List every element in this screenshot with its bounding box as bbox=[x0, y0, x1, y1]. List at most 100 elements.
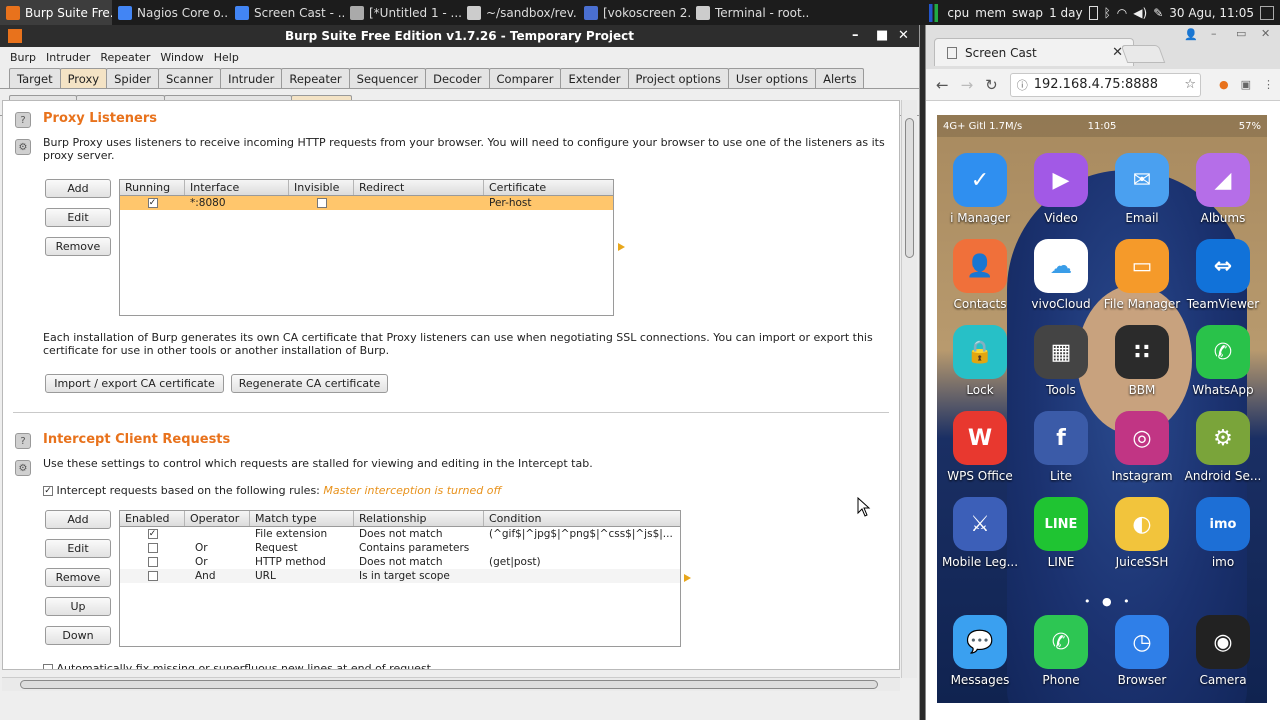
minimize-icon[interactable]: – bbox=[852, 28, 859, 43]
app-lock[interactable]: 🔒 Lock bbox=[940, 325, 1020, 397]
table-row[interactable]: Or Request Contains parameters bbox=[120, 541, 680, 555]
rule-remove-button[interactable]: Remove bbox=[45, 568, 111, 587]
autofix-checkbox[interactable] bbox=[43, 664, 53, 669]
col-redirect[interactable]: Redirect bbox=[354, 180, 484, 195]
clock[interactable]: 30 Agu, 11:05 bbox=[1169, 6, 1254, 20]
app-teamviewer[interactable]: ⇔ TeamViewer bbox=[1183, 239, 1263, 311]
col-certificate[interactable]: Certificate bbox=[484, 180, 613, 195]
tab-repeater[interactable]: Repeater bbox=[281, 68, 350, 88]
taskbar-task[interactable]: Burp Suite Fre... bbox=[0, 0, 112, 25]
col-interface[interactable]: Interface bbox=[185, 180, 289, 195]
menu-window[interactable]: Window bbox=[160, 51, 203, 64]
settings-gear-icon[interactable]: ⚙ bbox=[15, 139, 31, 155]
tab-intruder[interactable]: Intruder bbox=[220, 68, 283, 88]
app-wps-office[interactable]: W WPS Office bbox=[940, 411, 1020, 483]
col-enabled[interactable]: Enabled bbox=[120, 511, 185, 526]
help-icon[interactable]: ? bbox=[15, 112, 31, 128]
import-export-ca-button[interactable]: Import / export CA certificate bbox=[45, 374, 224, 393]
invisible-cell[interactable] bbox=[289, 196, 354, 210]
app-albums[interactable]: ◢ Albums bbox=[1183, 153, 1263, 225]
tab-project-options[interactable]: Project options bbox=[627, 68, 729, 88]
settings-gear-icon[interactable]: ⚙ bbox=[15, 460, 31, 476]
tab-target[interactable]: Target bbox=[9, 68, 61, 88]
tab-proxy[interactable]: Proxy bbox=[59, 68, 108, 88]
bookmark-star-icon[interactable]: ☆ bbox=[1184, 77, 1196, 92]
rule-down-button[interactable]: Down bbox=[45, 626, 111, 645]
tab-sequencer[interactable]: Sequencer bbox=[348, 68, 427, 88]
extension-icon[interactable]: ● bbox=[1219, 78, 1229, 91]
rule-enabled-checkbox[interactable] bbox=[147, 571, 158, 581]
app-camera[interactable]: ◉ Camera bbox=[1183, 615, 1263, 687]
taskbar-task[interactable]: [*Untitled 1 - ... bbox=[344, 0, 461, 25]
expand-arrow-icon[interactable] bbox=[684, 574, 691, 582]
taskbar-task[interactable]: Terminal - root... bbox=[690, 0, 810, 25]
taskbar-task[interactable]: [vokoscreen 2... bbox=[578, 0, 690, 25]
wifi-icon[interactable]: ◠ bbox=[1117, 6, 1127, 20]
minimize-icon[interactable]: – bbox=[1211, 27, 1217, 40]
horizontal-scrollbar[interactable] bbox=[2, 677, 900, 691]
menu-icon[interactable]: ⋮ bbox=[1263, 78, 1274, 91]
app-i-manager[interactable]: ✓ i Manager bbox=[940, 153, 1020, 225]
address-bar[interactable]: ⓘ 192.168.4.75:8888 ☆ bbox=[1009, 72, 1201, 97]
app-phone[interactable]: ✆ Phone bbox=[1021, 615, 1101, 687]
app-juicessh[interactable]: ◐ JuiceSSH bbox=[1102, 497, 1182, 569]
notes-icon[interactable]: ✎ bbox=[1153, 6, 1163, 20]
app-android-se[interactable]: ⚙ Android Se... bbox=[1183, 411, 1263, 483]
bluetooth-icon[interactable]: ᛒ bbox=[1104, 6, 1111, 20]
running-cell[interactable]: ✓ bbox=[120, 196, 185, 210]
tab-comparer[interactable]: Comparer bbox=[488, 68, 562, 88]
help-icon[interactable]: ? bbox=[15, 433, 31, 449]
expand-arrow-icon[interactable] bbox=[618, 243, 625, 251]
phone-screencast[interactable]: 4G+ Gitl 1.7M/s 11:05 57% ✓ i Manager ▶ Vid… bbox=[937, 115, 1267, 703]
regenerate-ca-button[interactable]: Regenerate CA certificate bbox=[231, 374, 388, 393]
table-row[interactable]: And URL Is in target scope bbox=[120, 569, 680, 583]
listener-edit-button[interactable]: Edit bbox=[45, 208, 111, 227]
app-bbm[interactable]: ∷ BBM bbox=[1102, 325, 1182, 397]
tab-decoder[interactable]: Decoder bbox=[425, 68, 490, 88]
close-icon[interactable]: ✕ bbox=[1261, 27, 1270, 40]
menu-intruder[interactable]: Intruder bbox=[46, 51, 90, 64]
app-video[interactable]: ▶ Video bbox=[1021, 153, 1101, 225]
profile-icon[interactable]: 👤 bbox=[1184, 28, 1198, 41]
app-contacts[interactable]: 👤 Contacts bbox=[940, 239, 1020, 311]
app-email[interactable]: ✉ Email bbox=[1102, 153, 1182, 225]
battery-icon[interactable] bbox=[1088, 5, 1098, 20]
close-icon[interactable]: ✕ bbox=[898, 28, 909, 43]
rule-enabled-checkbox[interactable]: ✓ bbox=[147, 529, 158, 539]
col-match-type[interactable]: Match type bbox=[250, 511, 354, 526]
running-checkbox[interactable]: ✓ bbox=[147, 198, 158, 208]
menu-help[interactable]: Help bbox=[214, 51, 239, 64]
cast-icon[interactable]: ▣ bbox=[1241, 78, 1251, 91]
app-whatsapp[interactable]: ✆ WhatsApp bbox=[1183, 325, 1263, 397]
app-line[interactable]: LINE LINE bbox=[1021, 497, 1101, 569]
tab-scanner[interactable]: Scanner bbox=[158, 68, 222, 88]
app-file-manager[interactable]: ▭ File Manager bbox=[1102, 239, 1182, 311]
col-condition[interactable]: Condition bbox=[484, 511, 680, 526]
back-icon[interactable]: ← bbox=[936, 76, 949, 94]
rule-enabled-checkbox[interactable] bbox=[147, 543, 158, 553]
col-relationship[interactable]: Relationship bbox=[354, 511, 484, 526]
app-tools[interactable]: ▦ Tools bbox=[1021, 325, 1101, 397]
intercept-rules-label[interactable]: Intercept requests based on the followin… bbox=[57, 484, 320, 497]
app-lite[interactable]: f Lite bbox=[1021, 411, 1101, 483]
new-tab-button[interactable] bbox=[1120, 45, 1166, 63]
burp-titlebar[interactable]: Burp Suite Free Edition v1.7.26 - Tempor… bbox=[0, 25, 919, 47]
app-instagram[interactable]: ◎ Instagram bbox=[1102, 411, 1182, 483]
table-row[interactable]: ✓ File extension Does not match (^gif$|^jpg… bbox=[120, 527, 680, 541]
chrome-tab-screencast[interactable]: Screen Cast ✕ bbox=[934, 38, 1134, 66]
maximize-icon[interactable]: ▭ bbox=[1236, 27, 1246, 40]
info-icon[interactable]: ⓘ bbox=[1017, 77, 1028, 93]
reload-icon[interactable]: ↻ bbox=[985, 76, 998, 94]
rule-up-button[interactable]: Up bbox=[45, 597, 111, 616]
table-row[interactable]: Or HTTP method Does not match (get|post) bbox=[120, 555, 680, 569]
listener-remove-button[interactable]: Remove bbox=[45, 237, 111, 256]
menu-repeater[interactable]: Repeater bbox=[100, 51, 150, 64]
vertical-scroll-thumb[interactable] bbox=[905, 118, 914, 258]
app-vivocloud[interactable]: ☁ vivoCloud bbox=[1021, 239, 1101, 311]
tab-alerts[interactable]: Alerts bbox=[815, 68, 865, 88]
intercept-rules-checkbox[interactable]: ✓ bbox=[43, 486, 53, 496]
col-invisible[interactable]: Invisible bbox=[289, 180, 354, 195]
rule-add-button[interactable]: Add bbox=[45, 510, 111, 529]
app-messages[interactable]: 💬 Messages bbox=[940, 615, 1020, 687]
taskbar-task[interactable]: ~/sandbox/rev... bbox=[461, 0, 578, 25]
